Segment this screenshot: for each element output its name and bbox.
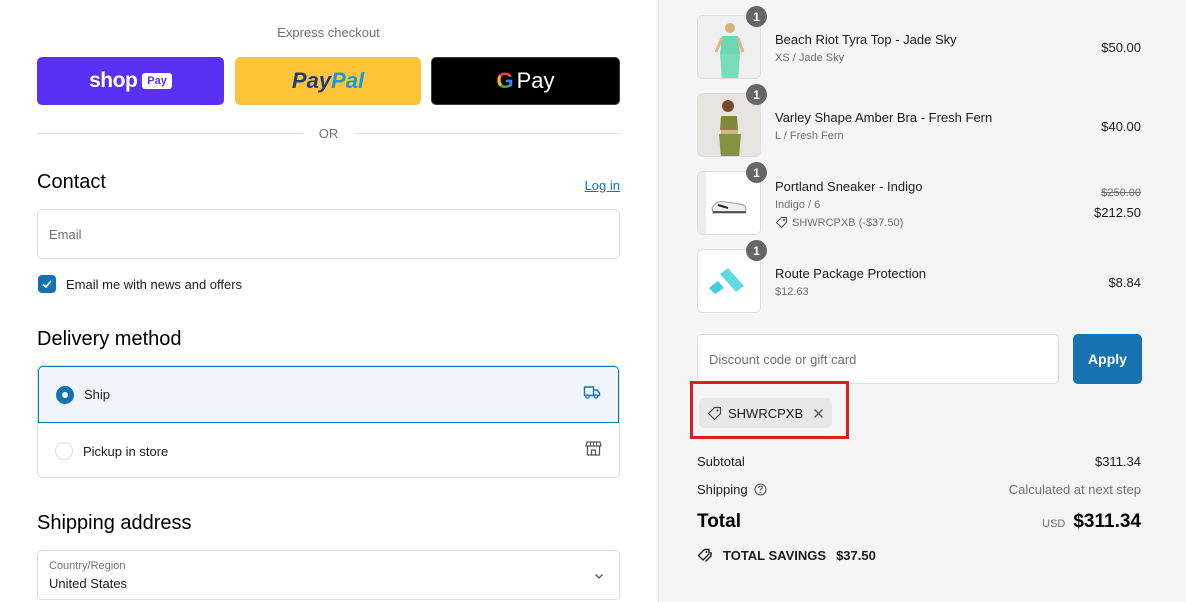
cart-item: 1 Route Package Protection $12.63 $8.84: [697, 240, 1141, 313]
cart-item: 1 Portland Sneaker - Indigo Indigo / 6 S…: [697, 162, 1141, 235]
login-link[interactable]: Log in: [585, 178, 620, 193]
total-value: $311.34: [1073, 511, 1141, 532]
savings-tag-icon: [697, 548, 712, 562]
total-savings: TOTAL SAVINGS $37.50: [697, 548, 876, 563]
google-g-icon: G: [496, 68, 514, 93]
pickup-label: Pickup in store: [83, 443, 169, 459]
checkout-form: Express checkout shop Pay PayPal G Pay O…: [0, 0, 658, 602]
truck-icon: [583, 385, 601, 404]
ship-label: Ship: [84, 387, 111, 402]
total-label: Total: [697, 511, 741, 532]
apply-button[interactable]: Apply: [1073, 334, 1142, 384]
email-input[interactable]: [38, 210, 619, 258]
google-pay-logo: G Pay: [496, 68, 555, 93]
shop-pay-tag: Pay: [142, 73, 172, 89]
country-value: United States: [49, 576, 128, 591]
email-field[interactable]: [37, 209, 620, 259]
item-name: Beach Riot Tyra Top - Jade Sky: [775, 32, 957, 47]
item-variant: Indigo / 6: [775, 199, 821, 211]
shipping-label: Shipping: [697, 482, 748, 497]
currency-code: USD: [1042, 518, 1066, 530]
paypal-button[interactable]: PayPal: [235, 57, 421, 105]
checkout-page: Express checkout shop Pay PayPal G Pay O…: [0, 0, 1186, 602]
quantity-badge: 1: [746, 240, 767, 261]
subtotal-row: Subtotal $311.34: [697, 454, 1141, 469]
checkmark-icon: [42, 280, 52, 289]
item-discount: SHWRCPXB (-$37.50): [775, 216, 903, 229]
order-summary: 1 Beach Riot Tyra Top - Jade Sky XS / Ja…: [658, 0, 1186, 602]
newsletter-label: Email me with news and offers: [66, 276, 243, 292]
cart-item: 1 Varley Shape Amber Bra - Fresh Fern L …: [697, 84, 1141, 157]
google-pay-button[interactable]: G Pay: [431, 57, 620, 105]
item-variant: L / Fresh Fern: [775, 130, 844, 142]
express-checkout-title: Express checkout: [277, 25, 380, 40]
shop-pay-button[interactable]: shop Pay: [37, 57, 224, 105]
or-divider: OR: [37, 125, 620, 141]
country-select[interactable]: Country/Region United States: [37, 550, 620, 600]
tag-icon: [775, 216, 788, 229]
item-price: $50.00: [1101, 40, 1141, 55]
item-name: Varley Shape Amber Bra - Fresh Fern: [775, 110, 993, 125]
total-row: Total USD $311.34: [697, 511, 1141, 533]
delivery-heading: Delivery method: [37, 328, 182, 350]
item-price: $40.00: [1101, 119, 1141, 134]
contact-heading: Contact: [37, 171, 106, 193]
item-original-price: $250.00: [1101, 187, 1141, 199]
item-price: $212.50: [1094, 205, 1141, 220]
subtotal-label: Subtotal: [697, 454, 745, 469]
item-variant: $12.63: [775, 286, 809, 298]
savings-value: $37.50: [836, 548, 876, 563]
shipping-value: Calculated at next step: [1008, 482, 1141, 497]
shop-pay-logo: shop: [89, 69, 138, 92]
quantity-badge: 1: [746, 162, 767, 183]
discount-input[interactable]: [698, 335, 1058, 383]
item-variant: XS / Jade Sky: [775, 52, 845, 64]
discount-field[interactable]: [697, 334, 1059, 384]
delivery-options: Ship Pickup in store: [37, 365, 620, 478]
item-price: $8.84: [1108, 275, 1141, 290]
savings-label: TOTAL SAVINGS: [723, 548, 827, 563]
shipping-row: Shipping Calculated at next step: [697, 482, 1141, 497]
ship-radio[interactable]: [56, 385, 74, 404]
item-name: Portland Sneaker - Indigo: [775, 179, 923, 194]
newsletter-option[interactable]: Email me with news and offers: [38, 275, 242, 293]
paypal-logo: PayPal: [291, 68, 365, 93]
shipping-address-heading: Shipping address: [37, 512, 192, 534]
delivery-option-pickup[interactable]: Pickup in store: [38, 423, 619, 477]
store-icon: [585, 440, 602, 462]
quantity-badge: 1: [746, 84, 767, 105]
country-label: Country/Region: [49, 560, 126, 572]
delivery-option-ship[interactable]: Ship: [38, 366, 619, 423]
help-icon[interactable]: [754, 483, 767, 496]
chevron-down-icon: [593, 569, 605, 587]
pickup-radio[interactable]: [55, 442, 73, 460]
cart-item: 1 Beach Riot Tyra Top - Jade Sky XS / Ja…: [697, 6, 1141, 79]
quantity-badge: 1: [746, 6, 767, 27]
item-name: Route Package Protection: [775, 266, 927, 281]
subtotal-value: $311.34: [1094, 454, 1141, 469]
newsletter-checkbox[interactable]: [38, 275, 56, 293]
highlight-box: [690, 381, 849, 439]
